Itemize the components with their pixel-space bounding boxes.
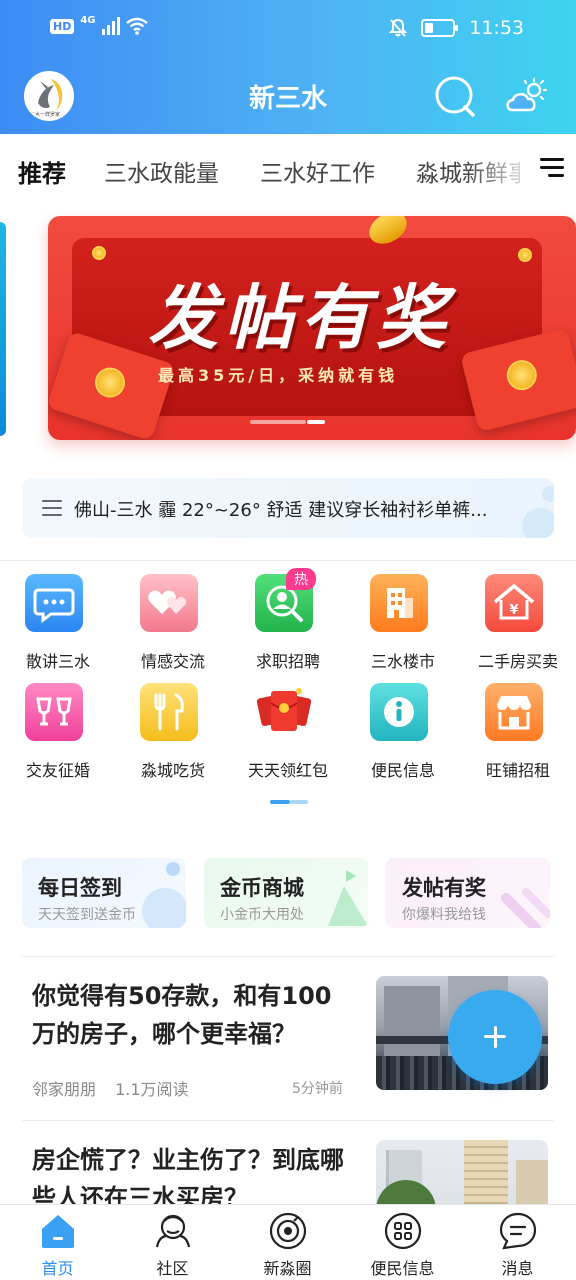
shortcut-shop-rent[interactable]: 旺铺招租 [460, 683, 570, 783]
card-subtitle: 天天签到送金币 [38, 907, 136, 923]
coin-decoration [518, 248, 532, 262]
article-title: 房企慌了？业主伤了？到底哪些人还在三水买房？ [32, 1146, 344, 1204]
card-subtitle: 你爆料我给钱 [402, 907, 486, 923]
divider [0, 560, 576, 561]
circle-icon [269, 1212, 307, 1250]
article-title: 你觉得有50存款，和有100万的房子，哪个更幸福？ [32, 982, 332, 1048]
banner-pagination [250, 420, 325, 424]
grid-apps-icon [384, 1212, 422, 1250]
nav-label: 便民信息 [370, 1259, 435, 1278]
svg-text:¥: ¥ [509, 603, 518, 618]
hd-badge: HD [50, 18, 75, 34]
stripes-decor-icon [501, 888, 550, 928]
card-title: 发帖有奖 [402, 876, 486, 900]
decor-bubble [522, 508, 554, 538]
grid-pagination [270, 800, 310, 804]
home-icon [42, 1215, 74, 1248]
divider [22, 1120, 554, 1121]
shortcut-second-hand-house[interactable]: ¥ 二手房买卖 [460, 574, 570, 674]
banner-previous-peek[interactable] [0, 222, 6, 436]
promo-banner[interactable]: 发帖有奖 最高35元/日，采纳就有钱 [48, 216, 576, 440]
decor-bubble [542, 486, 554, 502]
coin-decoration [92, 246, 106, 260]
nav-community[interactable]: 社区 [115, 1205, 230, 1280]
tab-recommend[interactable]: 推荐 [18, 154, 66, 193]
channel-tabs: 推荐 三水政能量 三水好工作 淼城新鲜事 [0, 134, 576, 204]
wifi-icon [125, 17, 148, 35]
list-icon [42, 500, 62, 521]
clock: 11:53 [469, 17, 524, 39]
status-bar: HD 4G 11:53 [0, 0, 576, 58]
app-navbar: 三水一样罗家 新三水 [0, 58, 576, 134]
bottom-navigation: 首页 社区 新淼圈 便民信息 消息 [0, 1204, 576, 1280]
triangle-decor-icon [328, 870, 368, 926]
card-subtitle: 小金币大用处 [220, 907, 304, 923]
nav-label: 社区 [156, 1259, 189, 1278]
search-button[interactable] [434, 75, 476, 117]
tower-shape [464, 1140, 508, 1204]
daily-checkin-card[interactable]: 每日签到 天天签到送金币 [22, 858, 186, 928]
building-icon [370, 574, 428, 632]
coin-mall-card[interactable]: 金币商城 小金币大用处 [204, 858, 368, 928]
weather-notice-text: 佛山-三水 霾 22°~26° 舒适 建议穿长袖衬衫单裤... [74, 500, 488, 521]
nav-label: 消息 [501, 1259, 534, 1278]
top-header: HD 4G 11:53 三水一样罗家 新三水 [0, 0, 576, 134]
wine-glasses-icon [25, 683, 83, 741]
building-shape [384, 986, 440, 1056]
card-title: 每日签到 [38, 876, 122, 900]
nav-label: 新淼圈 [263, 1259, 312, 1278]
weather-notice[interactable]: 佛山-三水 霾 22°~26° 舒适 建议穿长袖衬衫单裤... [22, 478, 554, 538]
tree-shape [376, 1180, 436, 1204]
shortcut-label: 二手房买卖 [477, 652, 558, 671]
message-icon [499, 1212, 537, 1250]
weather-button[interactable] [504, 77, 548, 116]
tower-shape [516, 1160, 548, 1204]
nav-label: 首页 [41, 1259, 74, 1278]
nav-home[interactable]: 首页 [0, 1205, 115, 1280]
divider [22, 956, 554, 957]
hot-badge: 热 [286, 568, 316, 590]
chat-bubble-icon [25, 574, 83, 632]
card-title: 金币商城 [220, 876, 304, 900]
page-title: 新三水 [248, 84, 327, 114]
article-thumbnail [376, 1140, 548, 1204]
banner-subtitle: 最高35元/日，采纳就有钱 [158, 366, 399, 385]
shop-icon [485, 683, 543, 741]
info-icon [370, 683, 428, 741]
article-meta: 邻家朋朋 1.1万阅读 [32, 1076, 189, 1100]
community-icon [155, 1214, 191, 1248]
network-type: 4G [80, 14, 96, 26]
create-post-button[interactable] [448, 990, 542, 1084]
search-icon [435, 76, 475, 117]
fork-knife-icon [140, 683, 198, 741]
nav-convenience[interactable]: 便民信息 [345, 1205, 460, 1280]
article-views: 1.1万阅读 [115, 1080, 189, 1099]
banner-title: 发帖有奖 [148, 277, 452, 359]
hearts-icon [140, 574, 198, 632]
house-icon: ¥ [485, 574, 543, 632]
red-envelope-icon [255, 683, 313, 741]
channel-menu-button[interactable] [520, 134, 576, 204]
cloud-sun-icon [506, 77, 548, 112]
article-time: 5分钟前 [292, 1081, 343, 1097]
nav-messages[interactable]: 消息 [460, 1205, 575, 1280]
tab-politics[interactable]: 三水政能量 [104, 154, 219, 188]
mute-bell-icon [389, 18, 408, 37]
article-author: 邻家朋朋 [32, 1080, 97, 1099]
nav-circle[interactable]: 新淼圈 [230, 1205, 345, 1280]
article-item[interactable]: 房企慌了？业主伤了？到底哪些人还在三水买房？ [0, 1140, 576, 1204]
shortcut-label: 旺铺招租 [485, 761, 550, 780]
battery-icon [421, 19, 459, 37]
signal-icon [101, 17, 120, 35]
post-reward-card[interactable]: 发帖有奖 你爆料我给钱 [386, 858, 550, 928]
decor-circle [142, 888, 186, 928]
decor-circle [166, 862, 180, 876]
tab-jobs[interactable]: 三水好工作 [260, 154, 375, 188]
